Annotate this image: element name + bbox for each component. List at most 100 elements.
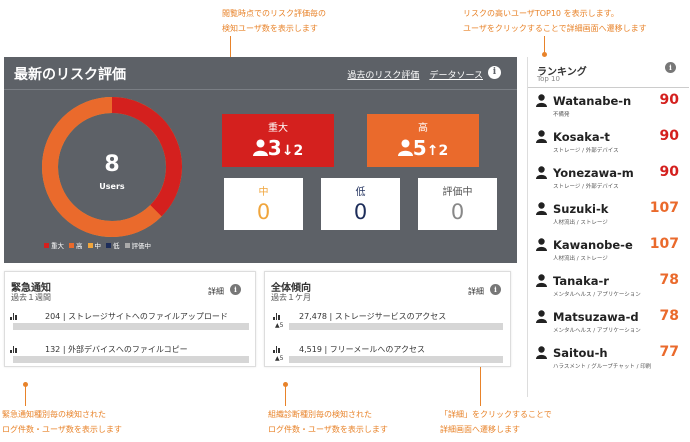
info-icon[interactable]: i	[490, 284, 501, 295]
trend-row-bar	[289, 323, 503, 330]
legend-item: 中	[87, 240, 101, 250]
risk-score: 77	[659, 344, 679, 360]
donut-slice-1	[42, 97, 162, 237]
critical-card[interactable]: 重大 3↓2	[222, 114, 334, 167]
risk-category: 人材流出 / ストレージ	[553, 220, 608, 226]
legend-swatch	[124, 242, 130, 248]
card-value: 5↑2	[367, 136, 479, 160]
user-name: Tanaka-r	[553, 274, 609, 288]
annotation-bottom-left: 緊急通知種別毎の検知された ログ件数・ユーザ数を表示します	[2, 410, 122, 434]
user-count: ▲5	[275, 355, 284, 362]
ranking-item[interactable]: Suzuki-k 人材流出 / ストレージ 107	[528, 199, 689, 235]
arrow-down-icon: ↓	[281, 143, 294, 159]
user-name: Matsuzawa-d	[553, 310, 639, 324]
ranking-item[interactable]: Kawanobe-e 人材流出 / ストレージ 107	[528, 235, 689, 271]
data-source-link[interactable]: データソース	[429, 68, 483, 81]
user-count: ▲5	[275, 322, 284, 329]
divider	[528, 87, 689, 88]
annotation-top-right: リスクの高いユーザTOP10 を表示します。 ユーザをクリックすることで詳細画面…	[463, 9, 647, 33]
donut-total: 8	[104, 152, 119, 177]
risk-category: 不備発	[553, 112, 570, 118]
user-name: Suzuki-k	[553, 202, 609, 216]
trend-row[interactable]: 4,519 | フリーメールへのアクセス	[299, 344, 425, 355]
risk-score: 78	[659, 272, 679, 288]
user-icon	[397, 139, 413, 156]
risk-category: ストレージ / 外部デバイス	[553, 184, 619, 190]
risk-category: メンタルヘルス / アプリケーション	[553, 328, 641, 334]
user-icon	[536, 346, 547, 359]
user-icon	[252, 139, 268, 156]
risk-panel: 最新のリスク評価 過去のリスク評価 データソース i 8 Users 重大 高 …	[4, 57, 517, 263]
urgent-row-bar	[13, 323, 249, 330]
user-name: Kawanobe-e	[553, 238, 633, 252]
low-card[interactable]: 低 0	[321, 178, 400, 230]
annotation-line	[230, 36, 231, 58]
annotation-bottom-center: 組織診断種別毎の検知された ログ件数・ユーザ数を表示します	[268, 410, 388, 434]
risk-score: 107	[649, 200, 679, 216]
panel-subtitle: 過去１ケ月	[271, 293, 311, 302]
annotation-line	[25, 386, 26, 406]
card-value: 0	[450, 200, 465, 224]
card-label: 評価中	[442, 187, 473, 198]
ranking-item[interactable]: Kosaka-t ストレージ / 外部デバイス 90	[528, 127, 689, 163]
detail-link[interactable]: 詳細	[208, 286, 224, 297]
detail-link[interactable]: 詳細	[468, 286, 484, 297]
legend-swatch	[87, 242, 93, 248]
annotation-top-center: 閲覧時点でのリスク評価毎の 検知ユーザ数を表示します	[222, 9, 326, 33]
user-icon	[536, 130, 547, 143]
card-value: 3↓2	[222, 136, 334, 160]
ranking-item[interactable]: Saitou-h ハラスメント / グループチャット / 印刷 77	[528, 343, 689, 379]
urgent-row-bar	[13, 356, 249, 363]
info-icon[interactable]: i	[230, 284, 241, 295]
user-icon	[536, 166, 547, 179]
legend-item: 重大	[44, 240, 64, 250]
info-icon[interactable]: i	[665, 62, 676, 73]
risk-category: ストレージ / 外部デバイス	[553, 148, 619, 154]
user-name: Saitou-h	[553, 346, 608, 360]
annotation-line	[285, 386, 286, 406]
urgent-row[interactable]: 204 | ストレージサイトへのファイルアップロード	[45, 311, 228, 322]
card-label: 重大	[268, 123, 288, 134]
urgent-row[interactable]: 132 | 外部デバイスへのファイルコピー	[45, 344, 188, 355]
user-icon	[536, 238, 547, 251]
trend-row[interactable]: 27,478 | ストレージサービスのアクセス	[299, 311, 446, 322]
ranking-item[interactable]: Tanaka-r メンタルヘルス / アプリケーション 78	[528, 271, 689, 307]
legend-swatch	[44, 242, 49, 248]
risk-score: 90	[659, 128, 679, 144]
risk-category: メンタルヘルス / アプリケーション	[553, 292, 641, 298]
trend-panel: 全体傾向 過去１ケ月 詳細 i 27,478 | ストレージサービスのアクセス …	[264, 271, 511, 367]
past-risk-link[interactable]: 過去のリスク評価	[347, 68, 419, 81]
legend-swatch	[106, 242, 111, 248]
risk-category: 人材流出 / ストレージ	[553, 256, 608, 262]
user-name: Kosaka-t	[553, 130, 610, 144]
annotation-bottom-right: 「詳細」をクリックすることで 詳細画面へ遷移します	[440, 410, 552, 434]
bar-chart-icon	[273, 346, 280, 353]
risk-title: 最新のリスク評価	[14, 67, 126, 83]
card-label: 高	[418, 123, 428, 134]
user-name: Yonezawa-m	[553, 166, 634, 180]
ranking-subtitle: Top 10	[537, 75, 560, 83]
divider	[4, 89, 517, 90]
panel-subtitle: 過去１週間	[11, 293, 51, 302]
evaluating-card[interactable]: 評価中 0	[418, 178, 497, 230]
medium-card[interactable]: 中 0	[224, 178, 303, 230]
ranking-panel: ランキング Top 10 i Watanabe-n 不備発 90 Kosaka-t スト…	[527, 57, 689, 397]
ranking-item[interactable]: Yonezawa-m ストレージ / 外部デバイス 90	[528, 163, 689, 199]
risk-score: 90	[659, 164, 679, 180]
user-icon	[536, 274, 547, 287]
urgent-panel: 緊急通知 過去１週間 詳細 i 204 | ストレージサイトへのファイルアップロ…	[4, 271, 256, 367]
ranking-item[interactable]: Watanabe-n 不備発 90	[528, 91, 689, 127]
card-value: 0	[353, 200, 368, 224]
high-card[interactable]: 高 5↑2	[367, 114, 479, 167]
card-value: 0	[256, 200, 271, 224]
user-icon	[536, 202, 547, 215]
donut-unit: Users	[99, 182, 125, 191]
legend-item: 高	[69, 240, 83, 250]
risk-donut-chart: 8 Users	[42, 97, 182, 237]
trend-row-bar	[289, 356, 503, 363]
info-icon[interactable]: i	[488, 66, 501, 79]
bar-chart-icon	[10, 313, 17, 320]
bar-chart-icon	[273, 313, 280, 320]
ranking-item[interactable]: Matsuzawa-d メンタルヘルス / アプリケーション 78	[528, 307, 689, 343]
legend-swatch	[69, 242, 74, 248]
